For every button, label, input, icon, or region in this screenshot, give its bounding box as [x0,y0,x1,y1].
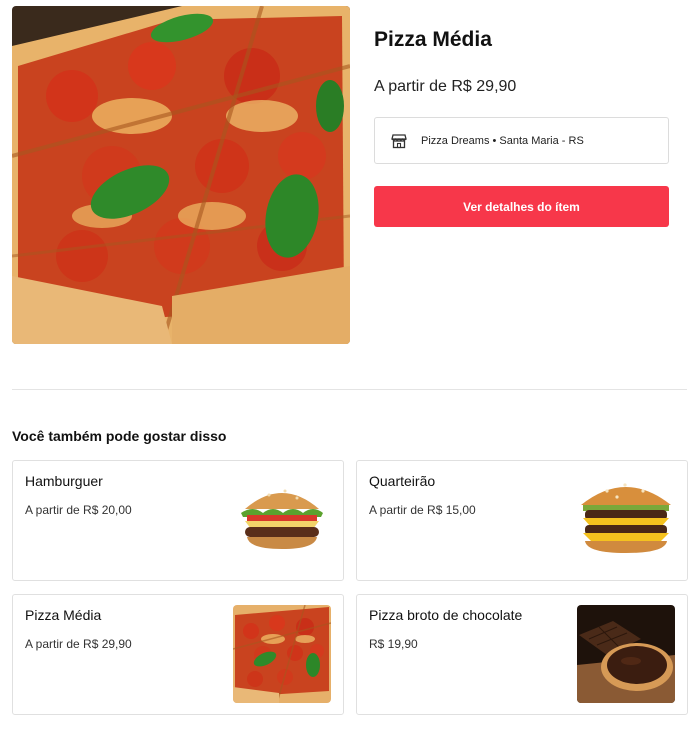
related-item-price: R$ 19,90 [369,637,418,651]
related-item-name: Quarteirão [369,473,436,489]
related-item-name: Pizza Média [25,607,102,623]
related-item-card[interactable]: Pizza broto de chocolate R$ 19,90 [356,594,688,715]
store-label: Pizza Dreams • Santa Maria - RS [421,134,584,147]
burger-image [233,471,331,569]
related-item-card[interactable]: Hamburguer A partir de R$ 20,00 [12,460,344,581]
product-title: Pizza Média [374,28,492,51]
view-item-details-button[interactable]: Ver detalhes do ítem [374,186,669,227]
related-item-name: Pizza broto de chocolate [369,607,523,623]
store-icon [391,133,407,149]
chocolate-pizza-image [577,605,675,703]
product-price: A partir de R$ 29,90 [374,78,517,95]
section-divider [12,389,687,390]
product-image [12,6,350,344]
related-item-price: A partir de R$ 29,90 [25,637,132,651]
store-info[interactable]: Pizza Dreams • Santa Maria - RS [374,117,669,164]
related-item-price: A partir de R$ 20,00 [25,503,132,517]
pizza-image [233,605,331,703]
related-item-name: Hamburguer [25,473,103,489]
related-item-card[interactable]: Pizza Média A partir de R$ 29,90 [12,594,344,715]
cheeseburger-image [577,471,675,569]
related-item-card[interactable]: Quarteirão A partir de R$ 15,00 [356,460,688,581]
related-section-title: Você também pode gostar disso [12,428,227,444]
related-item-price: A partir de R$ 15,00 [369,503,476,517]
